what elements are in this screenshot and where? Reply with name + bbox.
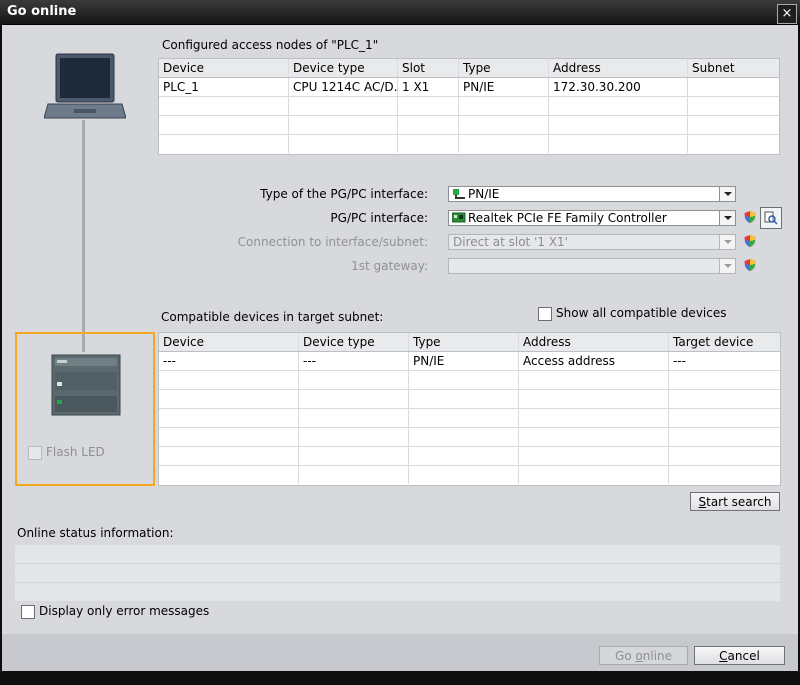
interface-type-value: PN/IE [468,187,500,201]
column-header-address[interactable]: Address [549,59,688,77]
table-row[interactable]: --- --- PN/IE Access address --- [159,352,780,371]
go-online-label-suffix: nline [642,649,673,663]
column-header-address[interactable]: Address [519,333,669,351]
cell-address: 172.30.30.200 [549,78,688,96]
compatible-devices-heading: Compatible devices in target subnet: [161,310,384,324]
shield-icon[interactable] [743,234,757,248]
window-title: Go online [7,4,77,19]
target-device-panel: Flash LED [15,332,155,486]
table-row [159,97,779,116]
column-header-type[interactable]: Type [409,333,519,351]
laptop-icon [44,53,126,119]
online-status-list [15,545,780,601]
shield-icon[interactable] [743,210,757,224]
connection-line [82,120,85,352]
go-online-button[interactable]: Go online [599,646,688,665]
title-bar: Go online × [0,0,800,25]
table-row[interactable]: PLC_1 CPU 1214C AC/D... 1 X1 PN/IE 172.3… [159,78,779,97]
network-card-icon [452,212,466,223]
chevron-down-icon[interactable] [719,235,735,249]
cell-address: Access address [519,352,669,370]
column-header-target-device[interactable]: Target device [669,333,780,351]
table-row [159,371,780,390]
flash-led-checkbox[interactable] [28,446,42,460]
interface-type-label: Type of the PG/PC interface: [260,187,428,201]
properties-icon [764,211,778,225]
cell-device: --- [159,352,299,370]
gateway-label: 1st gateway: [351,259,428,273]
start-search-mnemonic: S [698,495,707,509]
compatible-devices-table: Device Device type Type Address Target d… [158,332,781,486]
properties-button[interactable] [760,207,782,229]
cell-device-type: --- [299,352,409,370]
table-header-row: Device Device type Type Address Target d… [159,333,780,352]
connection-value: Direct at slot '1 X1' [453,235,568,249]
cancel-mnemonic: C [719,649,728,663]
start-search-label: tart search [706,495,772,509]
interface-type-dropdown[interactable]: PN/IE [448,186,736,202]
connection-dropdown[interactable]: Direct at slot '1 X1' [448,234,736,250]
online-status-heading: Online status information: [17,526,174,540]
table-row [159,135,779,153]
chevron-down-icon[interactable] [719,259,735,273]
table-row [159,466,780,484]
table-row [159,390,780,409]
ethernet-icon [453,189,465,199]
cell-subnet [688,78,779,96]
chevron-down-icon[interactable] [719,187,735,201]
table-header-row: Device Device type Slot Type Address Sub… [159,59,779,78]
plc-device-icon [51,354,121,416]
table-row [159,116,779,135]
column-header-device-type[interactable]: Device type [289,59,398,77]
configured-nodes-table: Device Device type Slot Type Address Sub… [158,58,780,155]
flash-led-label: Flash LED [46,445,105,459]
cell-device-type: CPU 1214C AC/D... [289,78,398,96]
error-only-label: Display only error messages [39,604,210,618]
go-online-label-prefix: Go [614,649,636,663]
column-header-device[interactable]: Device [159,59,289,77]
cancel-button[interactable]: Cancel [694,646,785,665]
cell-type: PN/IE [459,78,549,96]
pgpc-interface-value: Realtek PCIe FE Family Controller [468,211,667,225]
error-only-checkbox[interactable] [21,605,35,619]
column-header-subnet[interactable]: Subnet [688,59,779,77]
show-all-checkbox[interactable] [538,307,552,321]
column-header-slot[interactable]: Slot [398,59,459,77]
column-header-device-type[interactable]: Device type [299,333,409,351]
shield-icon[interactable] [743,258,757,272]
table-row [159,409,780,428]
cancel-label: ancel [727,649,760,663]
table-row [159,428,780,447]
configured-nodes-heading: Configured access nodes of "PLC_1" [162,38,379,52]
table-row [159,447,780,466]
cell-type: PN/IE [409,352,519,370]
cell-target-device: --- [673,354,686,368]
chevron-down-icon[interactable] [719,211,735,225]
cell-device: PLC_1 [159,78,289,96]
close-icon[interactable]: × [777,4,797,24]
connection-label: Connection to interface/subnet: [237,235,428,249]
cell-slot: 1 X1 [398,78,459,96]
start-search-button[interactable]: Start search [690,492,780,511]
show-all-label: Show all compatible devices [556,306,727,320]
column-header-device[interactable]: Device [159,333,299,351]
gateway-dropdown[interactable] [448,258,736,274]
go-online-mnemonic: o [635,649,643,663]
pgpc-interface-label: PG/PC interface: [330,211,428,225]
pgpc-interface-dropdown[interactable]: Realtek PCIe FE Family Controller [448,210,736,226]
column-header-type[interactable]: Type [459,59,549,77]
